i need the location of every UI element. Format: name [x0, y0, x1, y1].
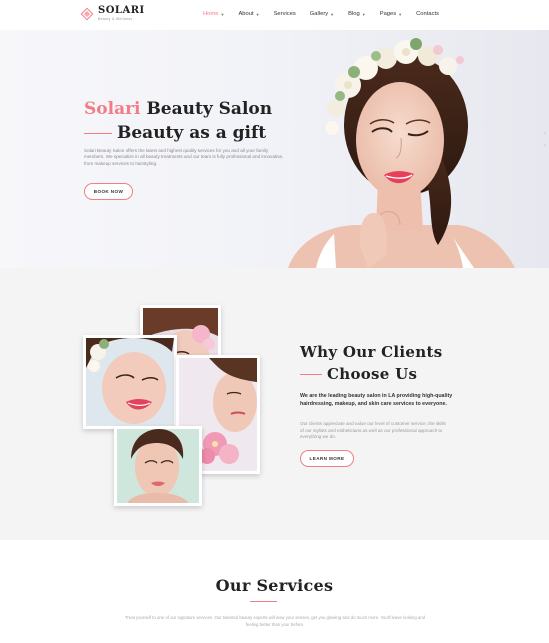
accent-divider [250, 601, 277, 602]
hero-subtitle-row: Beauty as a gift [84, 123, 266, 143]
nav-item-pages[interactable]: Pages ▼ [380, 11, 402, 17]
chevron-down-icon: ▼ [361, 11, 366, 17]
hero-subtitle: Beauty as a gift [117, 123, 267, 143]
prev-arrow-icon[interactable]: ‹ [544, 140, 546, 152]
nav-item-blog[interactable]: Blog ▼ [348, 11, 366, 17]
nav-item-home[interactable]: Home ▼ [203, 11, 224, 17]
logo-diamond-icon [80, 7, 94, 21]
hero-title: Solari Beauty Salon [84, 99, 272, 119]
why-title-row: Choose Us [300, 365, 417, 383]
nav-item-contacts[interactable]: Contacts [416, 11, 439, 17]
nav-item-about[interactable]: About ▼ [238, 11, 259, 17]
why-description: Our clients appreciate and value our lev… [300, 421, 446, 439]
collage-photo-bottom [114, 426, 202, 506]
accent-divider [84, 132, 112, 134]
site-header: SOLARI Beauty & Wellness Home ▼ About ▼ Se… [0, 0, 549, 30]
chevron-down-icon: ▼ [220, 11, 225, 17]
hero-description: Solari Beauty Salon offers the latest an… [84, 148, 284, 166]
why-title-line2: Choose Us [327, 365, 418, 383]
services-description: Treat yourself to one of our signature s… [124, 615, 426, 627]
accent-divider [300, 373, 322, 375]
slider-arrows: › ‹ [544, 128, 546, 152]
nav-label: About [238, 11, 254, 17]
chevron-down-icon: ▼ [255, 11, 260, 17]
nav-label: Services [273, 11, 296, 17]
nav-label: Home [203, 11, 219, 17]
services-section: Our Services Treat yourself to one of ou… [0, 540, 549, 643]
why-title-line1: Why Our Clients [300, 343, 443, 361]
nav-label: Gallery [309, 11, 329, 17]
collage-photo-left [83, 335, 177, 429]
why-choose-us-section: Why Our Clients Choose Us We are the lea… [0, 268, 549, 540]
next-arrow-icon[interactable]: › [544, 128, 546, 140]
logo-tagline: Beauty & Wellness [98, 17, 133, 21]
nav-item-services[interactable]: Services [274, 11, 296, 17]
nav-label: Contacts [416, 11, 440, 17]
hero-model-photo [288, 30, 515, 268]
main-nav: Home ▼ About ▼ Services Gallery ▼ Blog ▼ Pag… [203, 11, 453, 17]
nav-label: Blog [348, 11, 360, 17]
logo-name: SOLARI [98, 5, 145, 16]
hero-section: Solari Beauty Salon Beauty as a gift Sol… [0, 30, 549, 268]
why-lead-text: We are the leading beauty salon in LA pr… [300, 393, 453, 407]
site-logo[interactable]: SOLARI Beauty & Wellness [80, 6, 145, 21]
nav-item-gallery[interactable]: Gallery ▼ [310, 11, 334, 17]
hero-title-rest: Beauty Salon [146, 99, 273, 119]
hero-title-accent: Solari [84, 99, 141, 119]
learn-more-button[interactable]: LEARN MORE [300, 450, 354, 467]
services-title: Our Services [215, 576, 334, 595]
chevron-down-icon: ▼ [330, 11, 335, 17]
chevron-down-icon: ▼ [398, 11, 403, 17]
book-now-button[interactable]: BOOK NOW [84, 183, 133, 200]
nav-label: Pages [379, 11, 397, 17]
